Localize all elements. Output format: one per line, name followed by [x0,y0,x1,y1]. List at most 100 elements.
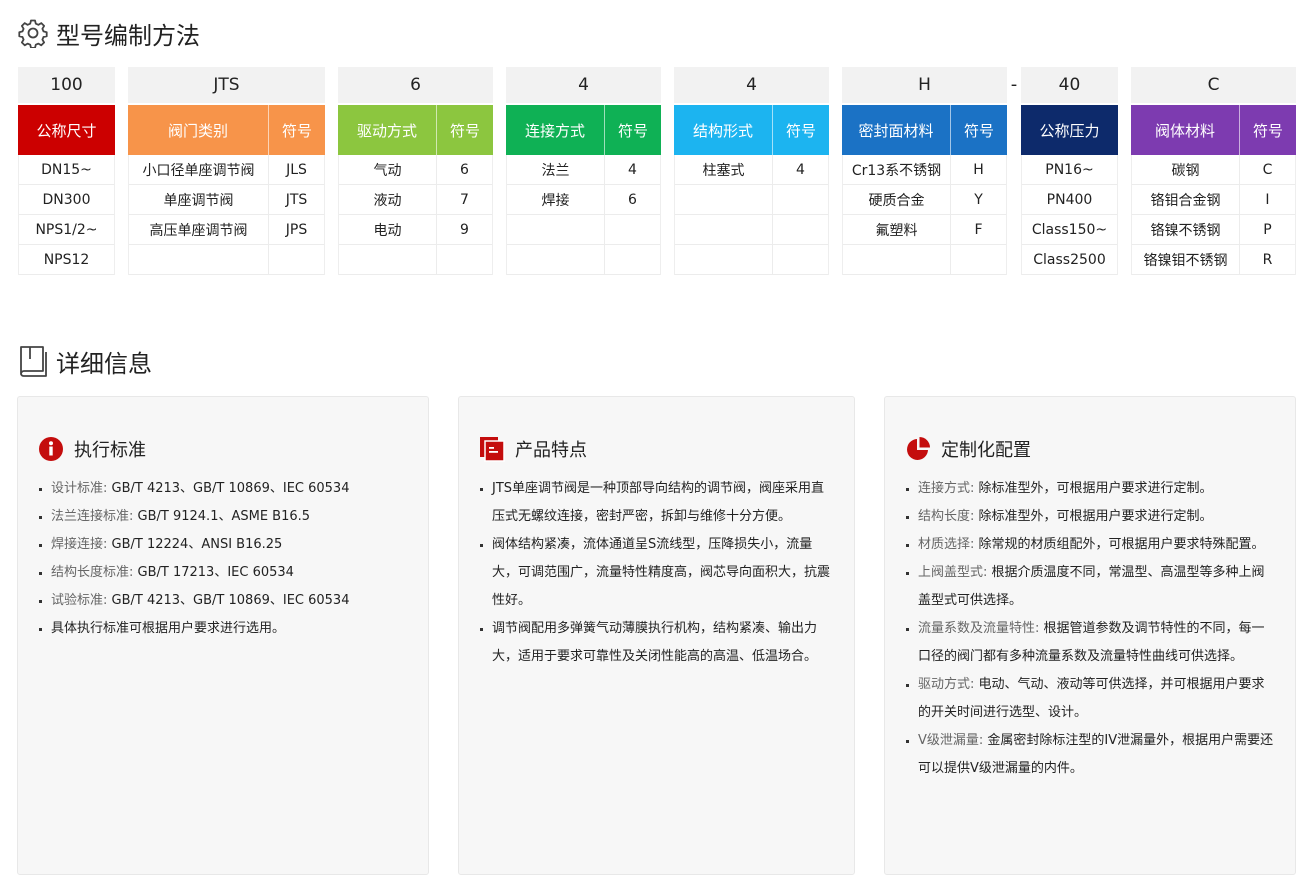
card-list: JTS单座调节阀是一种顶部导向结构的调节阀，阀座采用直压式无螺纹连接，密封严密，… [479,475,836,671]
code-separator: - [1010,74,1018,95]
card-title: 产品特点 [515,440,587,461]
table-row: 氟塑料 F [843,215,1006,245]
list-item: JTS单座调节阀是一种顶部导向结构的调节阀，阀座采用直压式无螺纹连接，密封严密，… [479,475,836,531]
table-cell: 9 [436,215,492,244]
list-item: 驱动方式: 电动、气动、液动等可供选择，并可根据用户要求的开关时间进行选型、设计… [905,671,1277,727]
table-row: 液动 7 [339,185,492,215]
table-cell [950,245,1006,274]
model-section-title: 型号编制方法 [18,16,200,50]
table-row: 铬镍不锈钢 P [1132,215,1295,245]
document-icon [480,437,505,462]
info-icon [39,437,63,461]
table-cell: 氟塑料 [875,222,918,239]
model-code: 6 [338,67,493,103]
table-cell [772,215,828,244]
table-row [675,185,828,215]
item-text: GB/T 9124.1、ASME B16.5 [137,509,311,524]
model-code: 100 [18,67,115,103]
table-cell: JTS [268,185,324,214]
table-cell: PN16~ [1045,161,1094,178]
model-block-pressure: 40 公称压力 PN16~ PN400 Class150~ Class2500 [1021,67,1118,275]
list-item: 结构长度: 除标准型外，可根据用户要求进行定制。 [905,503,1277,531]
table-cell: F [950,215,1006,244]
table-row: DN15~ [19,155,114,185]
table-cell: 铬镍钼不锈钢 [1143,252,1228,269]
table-row: 高压单座调节阀 JPS [129,215,324,245]
table-cell: NPS1/2~ [35,221,98,238]
table-row [675,215,828,245]
category-label: 结构形式 [674,105,772,155]
card-header: 执行标准 [38,435,146,463]
item-text: GB/T 17213、IEC 60534 [137,565,294,580]
table-cell: 铬镍不锈钢 [1150,222,1221,239]
table-row: 单座调节阀 JTS [129,185,324,215]
table-row [507,245,660,275]
table-cell [507,215,604,244]
table-cell: PN400 [1046,191,1093,208]
table-row: Class150~ [1022,215,1117,245]
table-cell [268,245,324,274]
list-item: 试验标准: GB/T 4213、GB/T 10869、IEC 60534 [38,587,410,615]
table-row [339,245,492,275]
table-cell [675,245,772,274]
table-cell: Y [950,185,1006,214]
table-cell: 7 [436,185,492,214]
table-cell [772,185,828,214]
table-cell [339,245,436,274]
category-label: 公称压力 [1021,105,1118,155]
table-row: 焊接 6 [507,185,660,215]
table-cell: 硬质合金 [868,192,925,209]
table-cell: 铬钼合金钢 [1150,192,1221,209]
table-cell: H [950,155,1006,184]
table-cell [843,245,950,274]
table-cell: C [1239,155,1295,184]
symbol-label: 符号 [1239,105,1296,155]
list-item: 阀体结构紧凑，流体通道呈S流线型，压降损失小，流量大，可调范围广，流量特性精度高… [479,531,836,615]
model-code: 4 [506,67,661,103]
table-cell: 小口径单座调节阀 [142,162,255,179]
item-label: 流量系数及流量特性: [918,621,1040,636]
table-cell [507,245,604,274]
table-cell [675,215,772,244]
table-cell: 高压单座调节阀 [149,222,248,239]
table-row: NPS1/2~ [19,215,114,245]
table-cell: 6 [604,185,660,214]
category-label: 密封面材料 [842,105,950,155]
table-row: PN16~ [1022,155,1117,185]
category-label: 阀门类别 [128,105,268,155]
table-cell: 4 [772,155,828,184]
list-item: 法兰连接标准: GB/T 9124.1、ASME B16.5 [38,503,410,531]
item-text: GB/T 4213、GB/T 10869、IEC 60534 [111,481,350,496]
model-code: 40 [1021,67,1118,103]
table-row: 气动 6 [339,155,492,185]
detail-title-text: 详细信息 [56,349,152,378]
table-row: 小口径单座调节阀 JLS [129,155,324,185]
list-item: 具体执行标准可根据用户要求进行选用。 [38,615,410,643]
table-row: Class2500 [1022,245,1117,275]
item-label: 设计标准: [51,481,108,496]
model-block-connection: 4 连接方式 符号 法兰 4 焊接 6 [506,67,661,275]
item-label: 结构长度标准: [51,565,134,580]
list-item: 流量系数及流量特性: 根据管道参数及调节特性的不同，每一口径的阀门都有多种流量系… [905,615,1277,671]
card-title: 定制化配置 [941,440,1031,461]
list-item: 连接方式: 除标准型外，可根据用户要求进行定制。 [905,475,1277,503]
table-row: 碳钢 C [1132,155,1295,185]
table-cell [436,245,492,274]
table-row [675,245,828,275]
table-row: 法兰 4 [507,155,660,185]
category-label: 驱动方式 [338,105,436,155]
model-block-drive: 6 驱动方式 符号 气动 6 液动 7 电动 9 [338,67,493,275]
table-row [129,245,324,275]
item-label: 驱动方式: [918,677,975,692]
category-label: 公称尺寸 [18,105,115,155]
table-cell: Cr13系不锈钢 [851,162,942,179]
item-label: V级泄漏量: [918,733,984,748]
model-block-valve-type: JTS 阀门类别 符号 小口径单座调节阀 JLS 单座调节阀 JTS 高压单座调节阀… [128,67,325,275]
table-cell: 气动 [373,162,402,179]
standards-card: 执行标准 设计标准: GB/T 4213、GB/T 10869、IEC 6053… [17,396,429,875]
symbol-label: 符号 [950,105,1007,155]
model-block-size: 100 公称尺寸 DN15~ DN300 NPS1/2~ NPS12 [18,67,115,275]
table-cell [604,245,660,274]
item-label: 材质选择: [918,537,975,552]
list-item: V级泄漏量: 金属密封除标注型的IV泄漏量外，根据用户需要还可以提供V级泄漏量的… [905,727,1277,783]
